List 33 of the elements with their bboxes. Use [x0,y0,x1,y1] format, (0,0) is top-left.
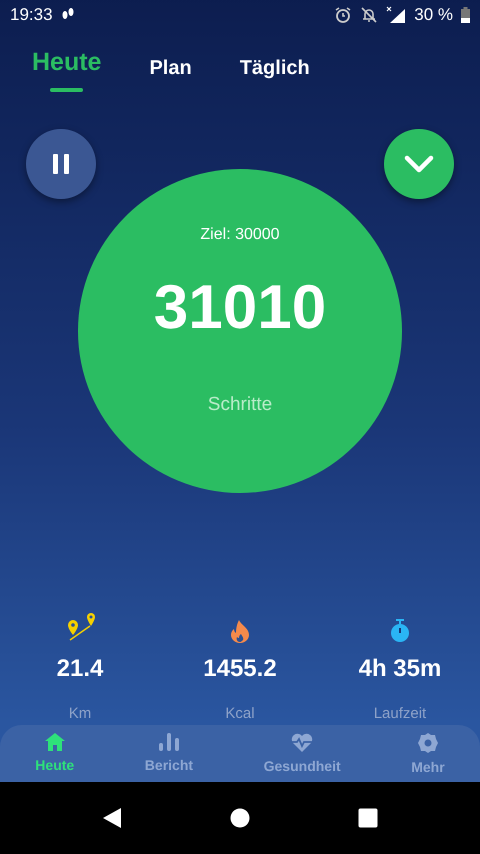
nav-tab[interactable]: Mehr [411,725,445,782]
stopwatch-icon [388,618,411,643]
nav-tab[interactable]: Gesundheit [264,725,341,782]
stat-value: 21.4 [56,654,104,684]
clock-time: 19:33 [10,4,53,26]
steps-label: Schritte [208,392,272,417]
steps-count: 31010 [154,276,326,339]
bar-chart-icon [158,733,179,752]
recents-icon[interactable] [358,808,378,828]
flame-icon [228,618,251,643]
stat-value: 4h 35m [358,654,442,684]
alarm-icon [334,6,352,24]
stat-unit: Km [68,704,92,724]
tab[interactable]: Heute [32,30,102,104]
back-icon[interactable] [102,807,122,829]
muted-bell-icon [360,6,378,24]
battery-percent: 30 % [414,4,453,26]
chevron-down-icon [404,154,434,173]
stat-unit: Laufzeit [374,704,426,724]
signal-icon [386,6,406,24]
pause-icon [53,154,69,174]
home-icon [44,733,65,752]
home-icon[interactable] [230,808,250,828]
nav-tab[interactable]: Heute [35,725,74,782]
stat-unit: Kcal [225,704,255,724]
goal-label: Ziel: 30000 [200,224,280,245]
settings-icon [418,733,438,754]
stat-value: 1455.2 [203,654,277,684]
battery-icon [461,7,470,24]
heartbeat-icon [291,733,314,752]
tab[interactable]: Täglich [240,30,310,104]
tab[interactable]: Plan [149,30,192,104]
nav-tab[interactable]: Bericht [144,725,194,782]
